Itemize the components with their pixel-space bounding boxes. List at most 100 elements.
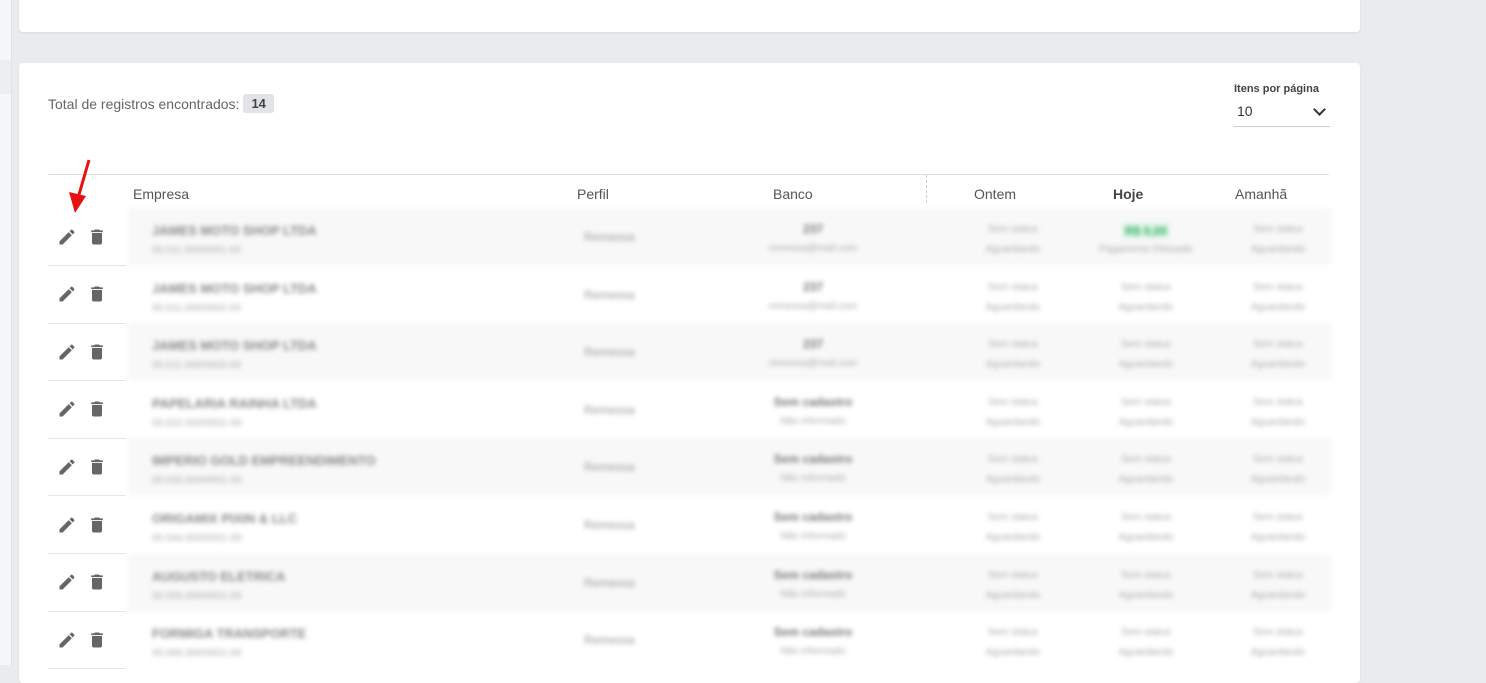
amanha-status: Sem status <box>1252 224 1304 235</box>
amanha-status: Sem status <box>1252 569 1304 581</box>
total-records: Total de registros encontrados: 14 <box>48 94 274 113</box>
pencil-icon[interactable] <box>56 341 78 363</box>
hoje-status: Sem status <box>1120 396 1172 408</box>
amanha-status: Sem status <box>1252 627 1304 639</box>
col-header-ontem[interactable]: Ontem <box>974 186 1016 202</box>
trash-icon[interactable] <box>86 226 108 248</box>
pencil-icon[interactable] <box>56 629 78 651</box>
ontem-sub: Aguardando <box>985 301 1041 313</box>
ontem-sub: Aguardando <box>985 589 1041 601</box>
hoje-status: Sem status <box>1120 339 1172 351</box>
col-header-banco[interactable]: Banco <box>773 186 813 202</box>
hoje-status: Sem status <box>1120 627 1172 639</box>
hoje-status: Sem status <box>1120 512 1172 523</box>
amanha-sub: Aguardando <box>1250 474 1306 486</box>
banco-code: 237 <box>802 337 824 352</box>
perfil-value: Remessa <box>584 345 635 360</box>
hoje-sub: Pagamento Efetuado <box>1099 244 1193 255</box>
pencil-icon[interactable] <box>56 571 78 593</box>
perfil-value: Remessa <box>584 230 635 244</box>
items-per-page-label: Itens por página <box>1234 83 1319 95</box>
perfil-value: Remessa <box>584 287 635 302</box>
trash-icon[interactable] <box>86 514 108 536</box>
row-actions <box>48 438 126 497</box>
banco-code: Sem cadastro <box>773 510 853 524</box>
amanha-sub: Aguardando <box>1250 589 1306 601</box>
hoje-value: R$ 0,00 <box>1121 223 1171 239</box>
empresa-doc: 00.033.000/0001-00 <box>152 475 242 487</box>
pencil-icon[interactable] <box>56 514 78 536</box>
ontem-sub: Aguardando <box>985 647 1041 659</box>
hoje-status: Sem status <box>1120 454 1172 466</box>
items-per-page-select[interactable]: 10 <box>1234 100 1330 127</box>
empresa-name: IMPERIO GOLD EMPREENDIMENTO <box>152 453 376 469</box>
ontem-sub: Aguardando <box>985 474 1041 486</box>
pencil-icon[interactable] <box>56 226 78 248</box>
banco-sub: Não informado <box>780 415 846 427</box>
banco-sub: Não informado <box>780 646 846 658</box>
banco-sub: remessa@mail.com <box>768 300 858 312</box>
items-per-page-value: 10 <box>1237 103 1253 119</box>
ontem-status: Sem status <box>987 224 1039 235</box>
table-row: JAMES MOTO SHOP LTDA 00.011.000/0003-00 Re… <box>48 323 1331 382</box>
pencil-icon[interactable] <box>56 398 78 420</box>
row-actions <box>48 496 126 554</box>
trash-icon[interactable] <box>86 283 108 305</box>
banco-code: Sem cadastro <box>773 567 853 582</box>
amanha-sub: Aguardando <box>1250 359 1306 371</box>
trash-icon[interactable] <box>86 456 108 478</box>
hoje-sub: Aguardando <box>1118 416 1174 428</box>
hoje-sub: Aguardando <box>1118 359 1174 371</box>
empresa-name: AUGUSTO ELETRICA <box>152 568 286 584</box>
column-separator <box>926 175 927 203</box>
empresa-name: JAMES MOTO SHOP LTDA <box>152 338 317 354</box>
row-cells: ORIGAMIX PIXIN & LLC 00.044.000/0001-00 Re… <box>128 496 1331 553</box>
items-per-page: Itens por página 10 <box>1234 83 1330 127</box>
amanha-sub: Aguardando <box>1250 416 1306 428</box>
col-header-perfil[interactable]: Perfil <box>577 186 609 202</box>
empresa-name: JAMES MOTO SHOP LTDA <box>152 223 317 238</box>
trash-icon[interactable] <box>86 341 108 363</box>
row-cells: IMPERIO GOLD EMPREENDIMENTO 00.033.000/00… <box>128 438 1331 496</box>
trash-icon[interactable] <box>86 629 108 651</box>
banco-sub: remessa@mail.com <box>768 243 858 254</box>
perfil-value: Remessa <box>584 402 635 417</box>
pencil-icon[interactable] <box>56 456 78 478</box>
empresa-name: ORIGAMIX PIXIN & LLC <box>152 511 298 526</box>
left-sidebar-strip <box>0 0 12 665</box>
col-header-amanha[interactable]: Amanhã <box>1235 186 1287 202</box>
pencil-icon[interactable] <box>56 283 78 305</box>
banco-code: Sem cadastro <box>773 394 853 409</box>
col-header-empresa[interactable]: Empresa <box>133 186 189 202</box>
hoje-sub: Aguardando <box>1118 474 1174 486</box>
red-arrow-annotation <box>69 159 91 213</box>
table-row: ORIGAMIX PIXIN & LLC 00.044.000/0001-00 Re… <box>48 496 1331 554</box>
row-actions <box>48 381 126 439</box>
empresa-doc: 00.022.000/0001-00 <box>152 417 242 429</box>
trash-icon[interactable] <box>86 398 108 420</box>
trash-icon[interactable] <box>86 571 108 593</box>
hoje-sub: Aguardando <box>1118 647 1174 659</box>
table-row: PAPELARIA RAINHA LTDA 00.022.000/0001-00 R… <box>48 381 1331 439</box>
table-row: IMPERIO GOLD EMPREENDIMENTO 00.033.000/00… <box>48 438 1331 497</box>
amanha-status: Sem status <box>1252 339 1304 351</box>
ontem-status: Sem status <box>987 396 1039 408</box>
perfil-value: Remessa <box>584 460 635 475</box>
ontem-status: Sem status <box>987 512 1039 523</box>
row-actions <box>48 611 126 670</box>
empresa-name: PAPELARIA RAINHA LTDA <box>152 395 317 411</box>
sidebar-tab[interactable] <box>0 60 11 94</box>
hoje-sub: Aguardando <box>1118 532 1174 543</box>
amanha-status: Sem status <box>1252 454 1304 466</box>
hoje-status: Sem status <box>1120 569 1172 581</box>
row-actions <box>48 323 126 382</box>
table-row: JAMES MOTO SHOP LTDA 00.011.000/0001-00 Re… <box>48 208 1331 266</box>
row-actions <box>48 554 126 612</box>
empresa-name: FORMIGA TRANSPORTE <box>152 626 307 642</box>
total-records-badge: 14 <box>243 94 274 113</box>
amanha-sub: Aguardando <box>1250 532 1306 543</box>
amanha-sub: Aguardando <box>1250 647 1306 659</box>
col-header-hoje[interactable]: Hoje <box>1113 186 1143 202</box>
empresa-name: JAMES MOTO SHOP LTDA <box>152 280 317 296</box>
ontem-status: Sem status <box>987 454 1039 466</box>
